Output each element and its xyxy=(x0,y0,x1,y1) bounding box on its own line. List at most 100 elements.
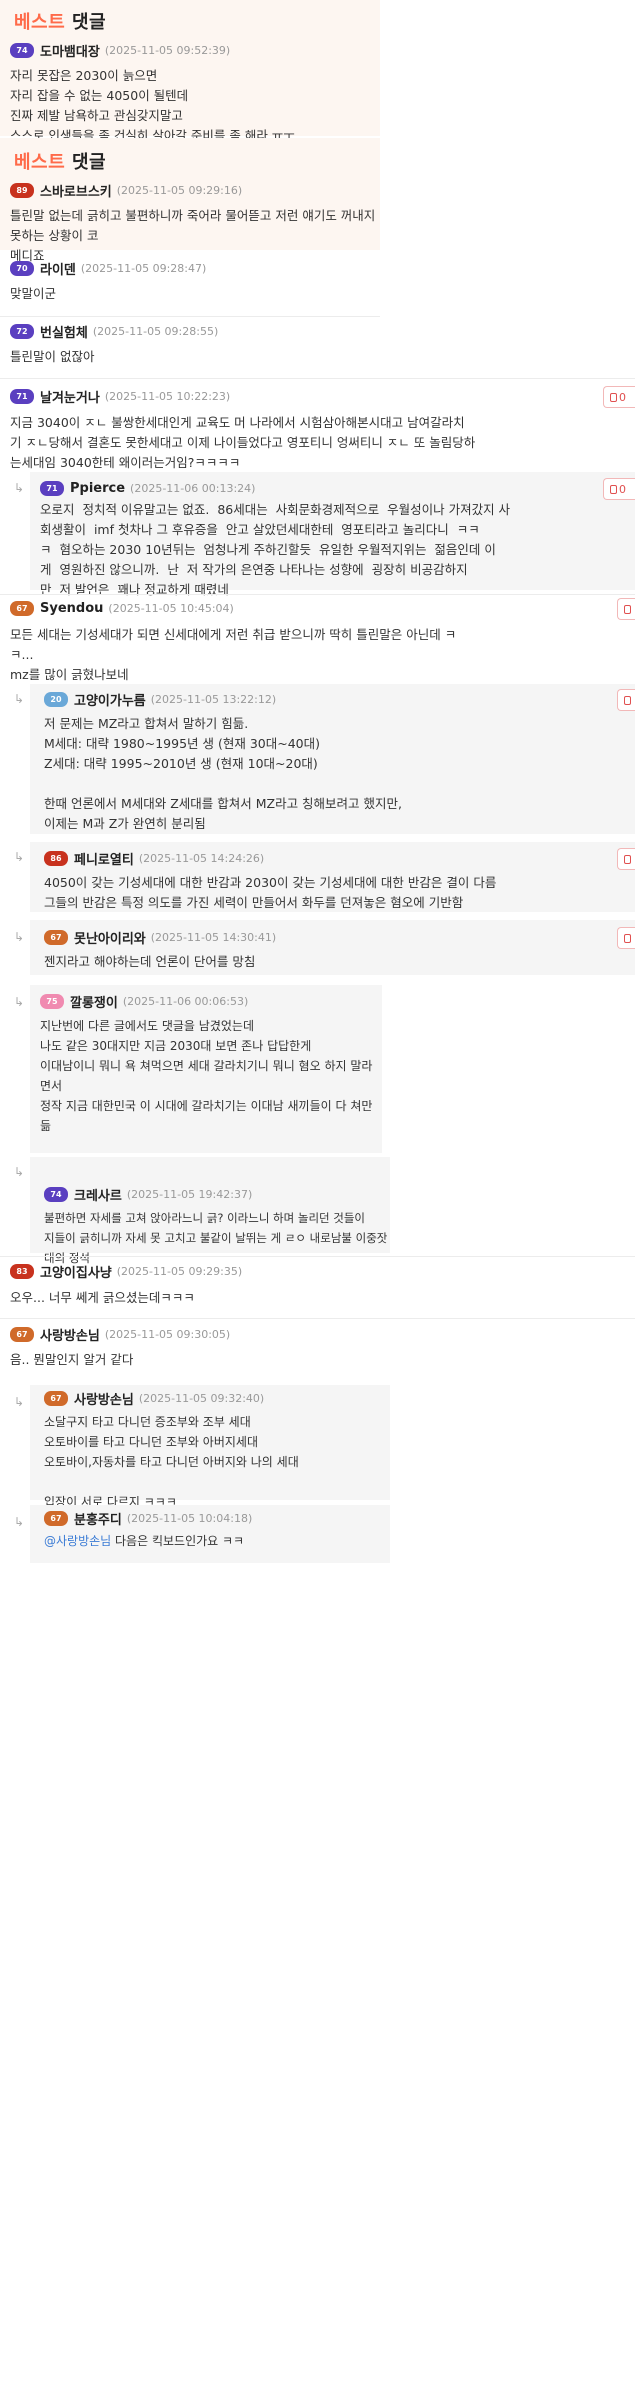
nickname[interactable]: 도마뱀대장 xyxy=(40,41,100,60)
comment-text: 불편하면 자세를 고쳐 앉아라느니 긁? 이라느니 하며 놀리던 것들이 지들이… xyxy=(44,1211,388,1265)
level-badge-icon: 83 xyxy=(10,1263,34,1279)
level-badge-icon: 70 xyxy=(10,260,34,276)
comment-text: 지금 3040이 ㅈㄴ 불쌍한세대인게 교육도 머 나라에서 시험삼아해본시대고… xyxy=(10,415,476,470)
nickname[interactable]: 분홍주디 xyxy=(74,1509,122,1528)
thumbs-up-icon xyxy=(610,484,617,494)
best-badge: 베스트 댓글 xyxy=(14,152,107,173)
nickname[interactable]: 사랑방손님 xyxy=(40,1325,100,1344)
divider xyxy=(0,1256,635,1257)
level-badge-icon: 71 xyxy=(10,388,34,404)
timestamp: (2025-11-05 09:52:39) xyxy=(104,43,231,57)
thumbs-up-icon xyxy=(624,933,631,943)
thumbs-up-icon xyxy=(610,392,617,402)
reply-arrow-icon: ↳ xyxy=(14,1395,25,1409)
timestamp: (2025-11-06 00:13:24) xyxy=(130,481,256,495)
nickname[interactable]: 고양이가누름 xyxy=(74,690,146,709)
comment-text: 4050이 갖는 기성세대에 대한 반감과 2030이 갖는 기성세대에 대한 … xyxy=(44,875,497,910)
level-badge-icon: 86 xyxy=(44,850,68,866)
reply-arrow-icon: ↳ xyxy=(14,995,25,1009)
reply-arrow-icon: ↳ xyxy=(14,850,25,864)
comment-text: 오로지 정치적 이유말고는 없죠. 86세대는 사회문화경제적으로 우월성이나 … xyxy=(40,502,511,597)
comment-header: 70 라이덴 (2025-11-05 09:28:47) xyxy=(10,258,206,278)
timestamp: (2025-11-05 09:29:35) xyxy=(116,1264,243,1278)
comment-header: 75 깔롱쟁이 (2025-11-06 00:06:53) xyxy=(40,991,248,1011)
nickname[interactable]: 못난아이리와 xyxy=(74,928,146,947)
comment-header: 67 Syendou (2025-11-05 10:45:04) xyxy=(10,598,234,618)
divider xyxy=(0,594,635,595)
nickname[interactable]: Ppierce xyxy=(70,481,125,496)
like-button[interactable] xyxy=(617,927,635,949)
level-badge-icon: 20 xyxy=(44,691,68,707)
timestamp: (2025-11-05 09:28:47) xyxy=(80,261,207,275)
level-badge-icon: 67 xyxy=(44,1510,68,1526)
timestamp: (2025-11-05 13:22:12) xyxy=(150,692,277,706)
reply-arrow-icon: ↳ xyxy=(14,1515,25,1529)
divider xyxy=(0,378,635,379)
like-button[interactable]: 0 xyxy=(603,386,635,408)
comment-header: 72 번실험체 (2025-11-05 09:28:55) xyxy=(10,321,218,341)
level-badge-icon: 72 xyxy=(10,323,34,339)
nickname[interactable]: 크레사르 xyxy=(74,1185,122,1204)
like-button[interactable] xyxy=(617,689,635,711)
reply-arrow-icon: ↳ xyxy=(14,1165,25,1179)
comment-header: 67 사랑방손님 (2025-11-05 09:30:05) xyxy=(10,1324,230,1344)
divider xyxy=(0,316,380,317)
timestamp: (2025-11-05 10:22:23) xyxy=(104,389,231,403)
comment-header: 67 사랑방손님 (2025-11-05 09:32:40) xyxy=(44,1388,264,1408)
comment-text: 맞말이군 xyxy=(10,286,57,301)
reply-arrow-icon: ↳ xyxy=(14,930,25,944)
level-badge-icon: 67 xyxy=(44,1390,68,1406)
nickname[interactable]: 페니로열티 xyxy=(74,849,134,868)
thumbs-up-icon xyxy=(624,604,631,614)
level-badge-icon: 67 xyxy=(10,1326,34,1342)
nickname[interactable]: 날겨눈거나 xyxy=(40,387,100,406)
timestamp: (2025-11-05 10:04:18) xyxy=(126,1511,253,1525)
like-button[interactable]: 0 xyxy=(603,478,635,500)
level-badge-icon: 67 xyxy=(44,929,68,945)
timestamp: (2025-11-05 14:30:41) xyxy=(150,930,277,944)
nickname[interactable]: 번실험체 xyxy=(40,322,88,341)
mention-link[interactable]: @사랑방손님 xyxy=(44,1534,111,1548)
timestamp: (2025-11-05 14:24:26) xyxy=(138,851,265,865)
comment-text: 젠지라고 해야하는데 언론이 단어를 망침 xyxy=(44,954,256,969)
comment-text: 오우... 너무 쎄게 긁으셨는데ㅋㅋㅋ xyxy=(10,1290,195,1305)
nickname[interactable]: 라이덴 xyxy=(40,259,76,278)
divider xyxy=(0,1318,635,1319)
nickname[interactable]: 깔롱쟁이 xyxy=(70,992,118,1011)
timestamp: (2025-11-05 19:42:37) xyxy=(126,1187,253,1201)
comment-header: 86 페니로열티 (2025-11-05 14:24:26) xyxy=(44,848,264,868)
level-badge-icon: 71 xyxy=(40,480,64,496)
comment-header: 89 스바로브스키 (2025-11-05 09:29:16) xyxy=(10,180,242,200)
comment-text: 틀린말 없는데 긁히고 불편하니까 죽어라 물어뜯고 저런 얘기도 꺼내지 못하… xyxy=(10,208,376,263)
nickname[interactable]: 고양이집사냥 xyxy=(40,1262,112,1281)
level-badge-icon: 67 xyxy=(10,600,34,616)
like-button[interactable] xyxy=(617,598,635,620)
level-badge-icon: 74 xyxy=(10,42,34,58)
thumbs-up-icon xyxy=(624,695,631,705)
comment-header: 20 고양이가누름 (2025-11-05 13:22:12) xyxy=(44,689,276,709)
comment-text: 음.. 뭔말인지 알거 같다 xyxy=(10,1352,134,1367)
comment-text: 모든 세대는 기성세대가 되면 신세대에게 저런 취급 받으니까 딱히 틀린말은… xyxy=(10,627,457,682)
comment-header: 67 못난아이리와 (2025-11-05 14:30:41) xyxy=(44,927,276,947)
nickname[interactable]: 스바로브스키 xyxy=(40,181,112,200)
timestamp: (2025-11-06 00:06:53) xyxy=(122,994,249,1008)
comment-header: 71 날겨눈거나 (2025-11-05 10:22:23) xyxy=(10,386,230,406)
level-badge-icon: 75 xyxy=(40,993,64,1009)
comment-text: 소달구지 타고 다니던 증조부와 조부 세대 오토바이를 타고 다니던 조부와 … xyxy=(44,1415,299,1509)
timestamp: (2025-11-05 09:30:05) xyxy=(104,1327,231,1341)
timestamp: (2025-11-05 09:32:40) xyxy=(138,1391,265,1405)
timestamp: (2025-11-05 10:45:04) xyxy=(108,601,234,615)
like-button[interactable] xyxy=(617,848,635,870)
comment-header: 74 크레사르 (2025-11-05 19:42:37) xyxy=(44,1184,252,1204)
reply-arrow-icon: ↳ xyxy=(14,481,25,495)
nickname[interactable]: Syendou xyxy=(40,601,103,616)
comment-header: 71 Ppierce (2025-11-06 00:13:24) xyxy=(40,478,255,498)
nickname[interactable]: 사랑방손님 xyxy=(74,1389,134,1408)
comment-text: @사랑방손님 다음은 킥보드인가요 ㅋㅋ xyxy=(44,1534,245,1548)
level-badge-icon: 74 xyxy=(44,1186,68,1202)
comment-header: 67 분홍주디 (2025-11-05 10:04:18) xyxy=(44,1508,252,1528)
comment-text: 자리 못잡은 2030이 늙으면 자리 잡을 수 없는 4050이 될텐데 진짜… xyxy=(10,68,295,143)
comment-header: 83 고양이집사냥 (2025-11-05 09:29:35) xyxy=(10,1261,242,1281)
timestamp: (2025-11-05 09:28:55) xyxy=(92,324,219,338)
reply-arrow-icon: ↳ xyxy=(14,692,25,706)
